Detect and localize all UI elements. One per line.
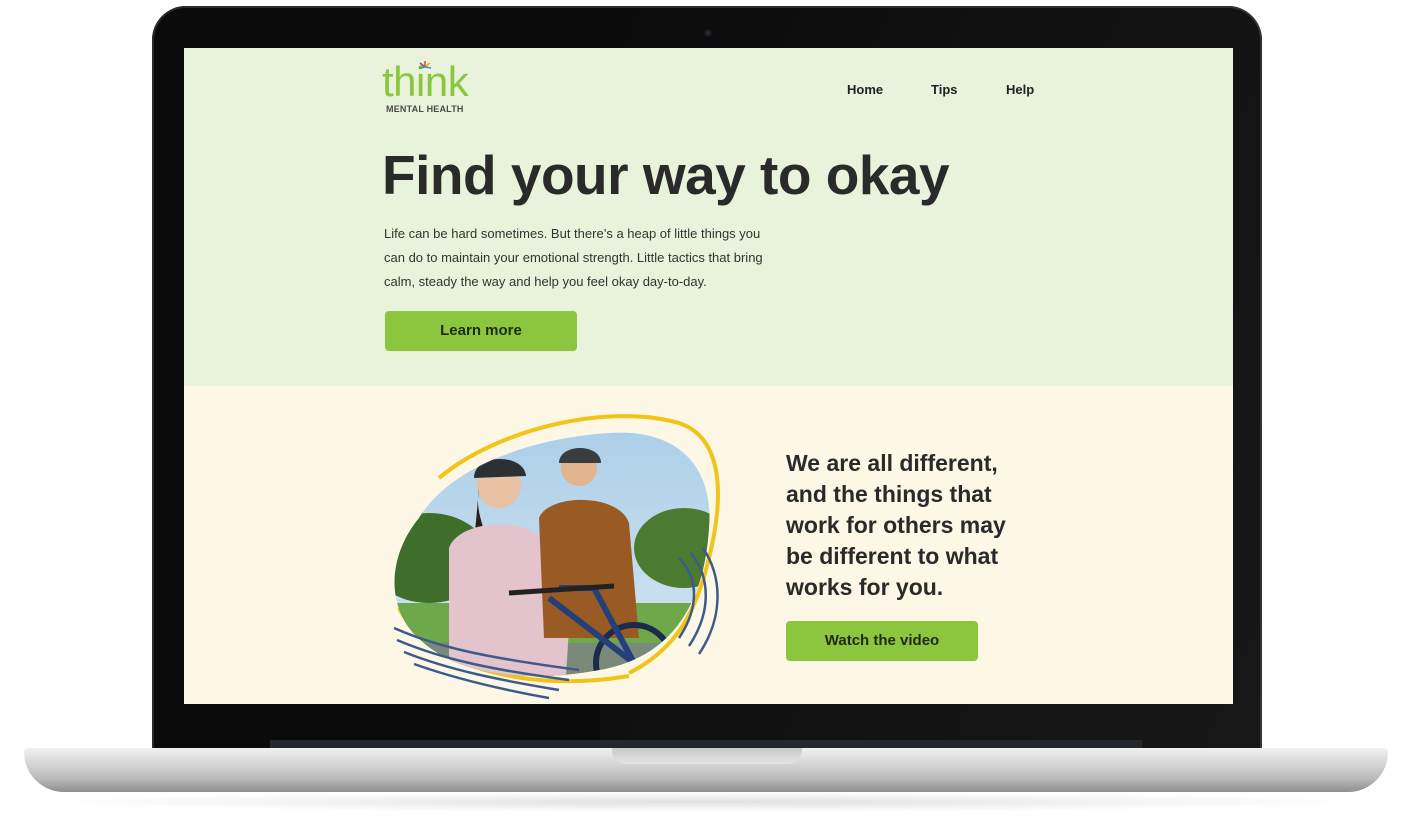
hero-headline: Find your way to okay	[382, 144, 950, 206]
hero-section: think MENTAL HEALTH Home Tips Help Find …	[184, 48, 1233, 386]
feature-quote: We are all different, and the things tha…	[786, 450, 1006, 600]
logo-subtitle: MENTAL HEALTH	[386, 104, 464, 114]
intro-line: can do to maintain your emotional streng…	[384, 250, 763, 265]
intro-line: calm, steady the way and help you feel o…	[384, 274, 707, 289]
photo-two-cyclists-icon	[393, 414, 720, 700]
website-screen: think MENTAL HEALTH Home Tips Help Find …	[184, 48, 1233, 704]
webcam-icon	[704, 29, 712, 37]
think-logo[interactable]: think MENTAL HEALTH	[382, 58, 492, 118]
laptop-shadow	[40, 792, 1370, 812]
learn-more-button[interactable]: Learn more	[385, 311, 577, 351]
watch-video-button[interactable]: Watch the video	[786, 621, 978, 661]
logo-spark-icon	[419, 61, 431, 69]
nav-home[interactable]: Home	[847, 82, 883, 100]
laptop-opening-notch	[612, 748, 802, 764]
hero-intro: Life can be hard sometimes. But there’s …	[384, 222, 824, 294]
intro-line: Life can be hard sometimes. But there’s …	[384, 226, 761, 241]
feature-image	[379, 408, 729, 704]
nav-tips[interactable]: Tips	[931, 82, 958, 100]
nav-help[interactable]: Help	[1006, 82, 1034, 100]
